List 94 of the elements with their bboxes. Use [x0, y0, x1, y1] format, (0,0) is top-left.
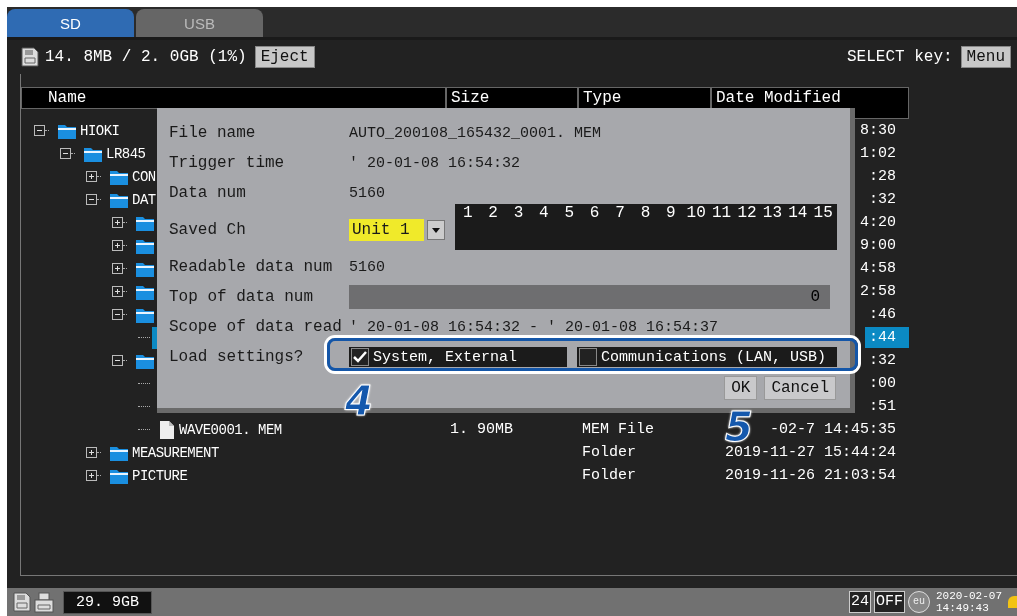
- usb-drive-icon: [34, 591, 54, 613]
- channel-number: 12: [736, 204, 758, 224]
- power-indicator: OFF: [873, 591, 905, 613]
- channel-number: 5: [563, 204, 576, 224]
- collapse-icon[interactable]: [60, 148, 71, 159]
- expand-icon[interactable]: [86, 447, 97, 458]
- folder-name[interactable]: HIOKI: [80, 122, 120, 139]
- channel-number: 15: [812, 204, 834, 224]
- expand-icon[interactable]: [86, 470, 97, 481]
- channel-number: 9: [665, 204, 677, 224]
- field-value: 5160: [349, 184, 385, 202]
- channel-number: 13: [761, 204, 783, 224]
- column-header: Type: [578, 87, 711, 109]
- file-name[interactable]: WAVE0001. MEM: [179, 421, 282, 438]
- folder-name[interactable]: LR845: [106, 145, 146, 162]
- collapse-icon[interactable]: [34, 125, 45, 136]
- date-modified: 4:20: [859, 213, 897, 233]
- field-value: AUTO_200108_165432_0001. MEM: [349, 124, 602, 142]
- caret-icon: [431, 226, 441, 234]
- field-label: Top of data num: [169, 288, 315, 306]
- dialog-button[interactable]: Cancel: [764, 376, 836, 400]
- field-label: Scope of data read: [169, 318, 343, 336]
- storage-usage: 14. 8MB / 2. 0GB (1%): [45, 48, 247, 66]
- collapse-icon[interactable]: [112, 355, 123, 366]
- field-label: Data num: [169, 184, 247, 202]
- date-modified: :32: [868, 190, 897, 210]
- channel-number: 8: [639, 204, 652, 224]
- date-modified: :44: [865, 327, 909, 348]
- field-label: Readable data num: [169, 258, 334, 276]
- date-modified: 9:00: [859, 236, 897, 256]
- date-modified: 8:30: [859, 121, 897, 141]
- field-value: ' 20-01-08 16:54:32: [349, 154, 521, 172]
- file-type: Folder: [581, 467, 636, 484]
- folder-name[interactable]: MEASUREMENT: [132, 444, 219, 461]
- step-number: 4: [345, 381, 373, 421]
- date-modified: 2019-11-26 21:03:54: [723, 466, 897, 486]
- channel-number: 11: [711, 204, 733, 224]
- collapse-icon[interactable]: [86, 194, 97, 205]
- date-modified: :28: [868, 167, 897, 187]
- status-date: 2020-02-07: [936, 590, 1002, 602]
- field-value: 5160: [349, 258, 385, 276]
- expand-icon[interactable]: [112, 240, 123, 251]
- folder-name[interactable]: PICTURE: [132, 467, 188, 484]
- date-modified: 2:58: [859, 282, 897, 302]
- field-label: File name: [169, 124, 257, 142]
- channel-number: 3: [512, 204, 525, 224]
- dropdown-button[interactable]: [427, 220, 445, 240]
- field-value: ' 20-01-08 16:54:32 - ' 20-01-08 16:54:37: [349, 318, 719, 336]
- checkbox-option[interactable]: System, External: [349, 347, 567, 367]
- date-modified: 4:58: [859, 259, 897, 279]
- region-badge: eu: [908, 591, 930, 613]
- channel-number: 4: [538, 204, 550, 224]
- menu-button[interactable]: Menu: [960, 46, 1011, 68]
- dialog-button[interactable]: OK: [724, 376, 758, 400]
- checkbox-option[interactable]: Communications (LAN, USB): [577, 347, 837, 367]
- status-time: 14:49:43: [936, 602, 990, 614]
- channel-number: 14: [787, 204, 809, 224]
- date-modified: -02-7 14:45:35: [768, 420, 897, 440]
- channel-number: 1: [461, 204, 474, 224]
- expand-icon[interactable]: [112, 263, 123, 274]
- date-modified: :51: [868, 397, 897, 417]
- column-header: Name: [21, 87, 446, 109]
- eject-button[interactable]: Eject: [254, 46, 315, 68]
- hours-indicator: 24: [848, 591, 871, 613]
- storage-tab[interactable]: SD: [7, 9, 134, 37]
- expand-icon[interactable]: [112, 286, 123, 297]
- field-label: Load settings?: [169, 348, 305, 366]
- unit-dropdown[interactable]: Unit 1: [349, 219, 424, 241]
- free-space: 29. 9GB: [63, 590, 152, 614]
- sd-card-icon: [21, 47, 39, 67]
- file-size: 1. 90MB: [449, 421, 513, 438]
- date-modified: :00: [868, 374, 897, 394]
- input-field[interactable]: 0: [349, 285, 830, 309]
- file-type: Folder: [581, 444, 636, 461]
- folder-name[interactable]: DAT: [132, 191, 156, 208]
- collapse-icon[interactable]: [112, 309, 123, 320]
- status-icon: [1005, 594, 1017, 610]
- date-modified: 1:02: [859, 144, 897, 164]
- field-label: Saved Ch: [169, 221, 247, 239]
- file-icon: [158, 419, 176, 440]
- expand-icon[interactable]: [86, 171, 97, 182]
- channel-number: 10: [685, 204, 707, 224]
- column-header: Size: [446, 87, 578, 109]
- channel-number: 6: [588, 204, 601, 224]
- folder-name[interactable]: CON: [132, 168, 156, 185]
- select-key-label: SELECT key:: [846, 48, 953, 66]
- sd-card-icon: [13, 592, 31, 612]
- field-label: Trigger time: [169, 154, 286, 172]
- channel-number: 2: [487, 204, 499, 224]
- file-type: MEM File: [581, 421, 654, 438]
- date-modified: :46: [868, 305, 897, 325]
- channel-number: 7: [614, 204, 626, 224]
- expand-icon[interactable]: [112, 217, 123, 228]
- date-modified: :32: [868, 351, 897, 371]
